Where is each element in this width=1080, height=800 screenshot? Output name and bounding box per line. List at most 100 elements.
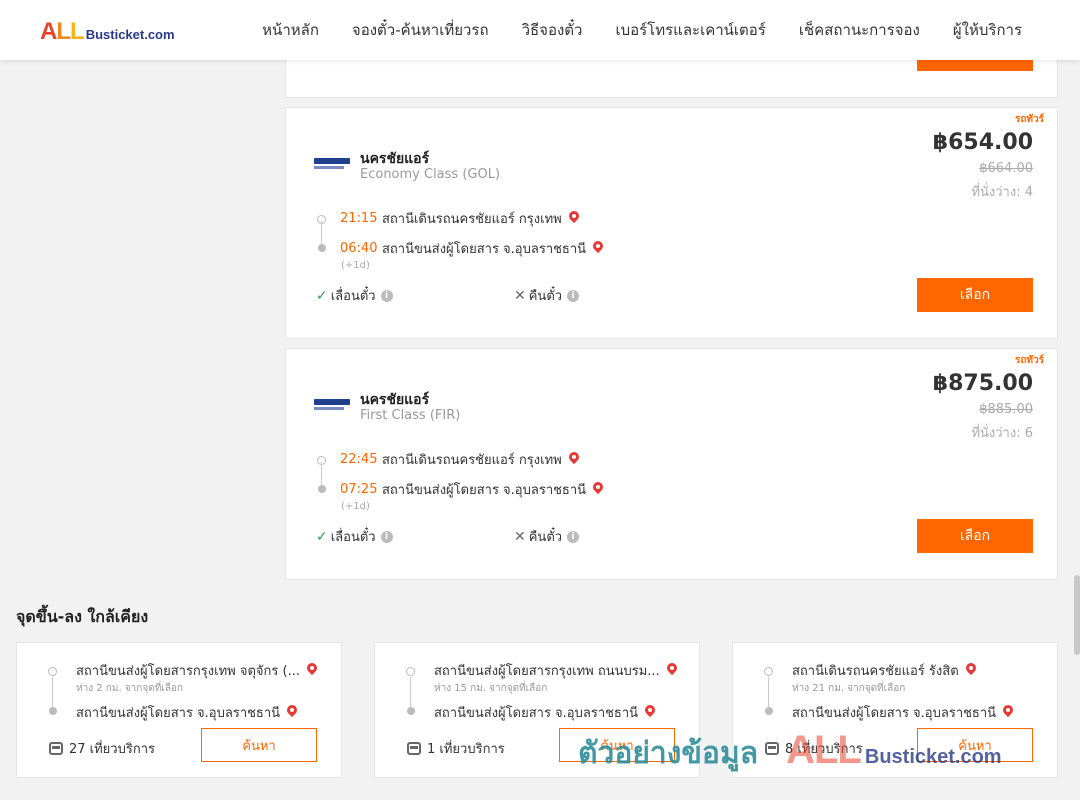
departure-station: สถานีเดินรถนครชัยแอร์ กรุงเทพ xyxy=(382,212,562,227)
nearby-distance: ห่าง 2 กม. จากจุดที่เลือก xyxy=(76,683,183,694)
nearby-destination-name: สถานีขนส่งผู้โดยสาร จ.อุบลราชธานี xyxy=(792,706,997,721)
price: ฿654.00 xyxy=(932,130,1033,155)
seat-class: First Class (FIR) xyxy=(360,408,461,423)
map-pin-icon[interactable] xyxy=(568,211,580,226)
info-icon[interactable]: i xyxy=(380,530,393,543)
map-pin-icon[interactable] xyxy=(592,241,604,256)
logo-busticket: Busticket.com xyxy=(85,27,175,42)
destination-dot xyxy=(318,244,326,252)
scrollbar[interactable] xyxy=(1074,575,1080,655)
nearby-distance: ห่าง 21 กม. จากจุดที่เลือก xyxy=(792,683,906,694)
nearby-origin: สถานีเดินรถนครชัยแอร์ รังสิต xyxy=(792,660,977,681)
original-price: ฿664.00 xyxy=(979,161,1033,176)
refund-label: คืนตั๋ว xyxy=(528,289,563,304)
refund-label: คืนตั๋ว xyxy=(528,530,563,545)
origin-dot xyxy=(764,667,773,676)
nearby-card: สถานีขนส่งผู้โดยสารกรุงเทพ ถนนบรม... ห่า… xyxy=(374,642,700,778)
previous-select-button[interactable] xyxy=(917,60,1033,71)
arrival-station: สถานีขนส่งผู้โดยสาร จ.อุบลราชธานี xyxy=(382,242,587,257)
nav-operators[interactable]: ผู้ให้บริการ xyxy=(953,18,1022,42)
cross-icon: ✕ xyxy=(514,528,526,545)
trip-card: รถทัวร์ นครชัยแอร์ Economy Class (GOL) ฿… xyxy=(285,107,1058,339)
destination-dot xyxy=(765,707,773,715)
arrival-station: สถานีขนส่งผู้โดยสาร จ.อุบลราชธานี xyxy=(382,483,587,498)
route-line xyxy=(410,677,411,707)
nav-phone-counters[interactable]: เบอร์โทรและเคาน์เตอร์ xyxy=(615,18,765,42)
nearby-origin: สถานีขนส่งผู้โดยสารกรุงเทพ ถนนบรม... xyxy=(434,660,678,681)
trip-count-label: 8 เที่ยวบริการ xyxy=(785,742,863,757)
select-button[interactable]: เลือก xyxy=(917,278,1033,312)
check-icon: ✓ xyxy=(316,287,328,304)
departure-station: สถานีเดินรถนครชัยแอร์ กรุงเทพ xyxy=(382,453,562,468)
nearby-section-title: จุดขึ้น-ลง ใกล้เคียง xyxy=(16,607,149,626)
trip-count: 27 เที่ยวบริการ xyxy=(49,738,155,759)
nearby-destination: สถานีขนส่งผู้โดยสาร จ.อุบลราชธานี xyxy=(76,702,298,723)
cross-icon: ✕ xyxy=(514,287,526,304)
select-button[interactable]: เลือก xyxy=(917,519,1033,553)
seats-available: ที่นั่งว่าง: 6 xyxy=(971,426,1033,441)
nearby-origin-name: สถานีขนส่งผู้โดยสารกรุงเทพ ถนนบรม... xyxy=(434,664,660,679)
origin-dot xyxy=(406,667,415,676)
site-logo[interactable]: ALL Busticket.com xyxy=(40,18,175,46)
arrival-row: 07:25 สถานีขนส่งผู้โดยสาร จ.อุบลราชธานี xyxy=(340,479,604,500)
reschedule-policy: ✓ เลื่อนตั๋ว i xyxy=(316,285,393,306)
original-price: ฿885.00 xyxy=(979,402,1033,417)
search-button[interactable]: ค้นหา xyxy=(201,728,317,762)
departure-time: 21:15 xyxy=(340,211,378,226)
check-icon: ✓ xyxy=(316,528,328,545)
arrival-row: 06:40 สถานีขนส่งผู้โดยสาร จ.อุบลราชธานี xyxy=(340,238,604,259)
departure-row: 22:45 สถานีเดินรถนครชัยแอร์ กรุงเทพ xyxy=(340,449,580,470)
nearby-destination-name: สถานีขนส่งผู้โดยสาร จ.อุบลราชธานี xyxy=(434,706,639,721)
search-button[interactable]: ค้นหา xyxy=(559,728,675,762)
map-pin-icon[interactable] xyxy=(666,663,678,678)
nav-home[interactable]: หน้าหลัก xyxy=(262,18,319,42)
nearby-origin-name: สถานีเดินรถนครชัยแอร์ รังสิต xyxy=(792,664,959,679)
nav-check-booking[interactable]: เช็คสถานะการจอง xyxy=(799,18,920,42)
route-line xyxy=(52,677,53,707)
info-icon[interactable]: i xyxy=(567,530,580,543)
seat-class: Economy Class (GOL) xyxy=(360,167,501,182)
nearby-destination: สถานีขนส่งผู้โดยสาร จ.อุบลราชธานี xyxy=(792,702,1014,723)
trip-count-label: 1 เที่ยวบริการ xyxy=(427,742,505,757)
origin-dot xyxy=(48,667,57,676)
info-icon[interactable]: i xyxy=(380,289,393,302)
operator-logo xyxy=(314,158,350,172)
map-pin-icon[interactable] xyxy=(1002,705,1014,720)
site-header: ALL Busticket.com หน้าหลัก จองตั๋ว-ค้นหา… xyxy=(0,0,1080,60)
map-pin-icon[interactable] xyxy=(306,663,318,678)
seats-available: ที่นั่งว่าง: 4 xyxy=(971,185,1033,200)
destination-dot xyxy=(49,707,57,715)
main-nav: หน้าหลัก จองตั๋ว-ค้นหาเที่ยวรถ วิธีจองตั… xyxy=(262,0,1022,60)
info-icon[interactable]: i xyxy=(567,289,580,302)
nav-book-search[interactable]: จองตั๋ว-ค้นหาเที่ยวรถ xyxy=(352,18,489,42)
bus-icon xyxy=(49,742,63,755)
refund-policy: ✕ คืนตั๋ว i xyxy=(514,285,580,306)
nearby-card: สถานีเดินรถนครชัยแอร์ รังสิต ห่าง 21 กม.… xyxy=(732,642,1058,778)
arrival-time: 07:25 xyxy=(340,482,378,497)
reschedule-label: เลื่อนตั๋ว xyxy=(330,289,376,304)
nearby-destination-name: สถานีขนส่งผู้โดยสาร จ.อุบลราชธานี xyxy=(76,706,281,721)
bus-type-tag: รถทัวร์ xyxy=(1014,114,1044,125)
map-pin-icon[interactable] xyxy=(592,482,604,497)
route-line xyxy=(768,677,769,707)
nearby-distance: ห่าง 15 กม. จากจุดที่เลือก xyxy=(434,683,548,694)
nearby-card: สถานีขนส่งผู้โดยสารกรุงเทพ จตุจักร (... … xyxy=(16,642,342,778)
trip-count-label: 27 เที่ยวบริการ xyxy=(69,742,155,757)
nav-how-to-book[interactable]: วิธีจองตั๋ว xyxy=(522,18,583,42)
map-pin-icon[interactable] xyxy=(568,452,580,467)
nearby-destination: สถานีขนส่งผู้โดยสาร จ.อุบลราชธานี xyxy=(434,702,656,723)
bus-type-tag: รถทัวร์ xyxy=(1014,355,1044,366)
map-pin-icon[interactable] xyxy=(644,705,656,720)
destination-dot xyxy=(407,707,415,715)
arrival-time: 06:40 xyxy=(340,241,378,256)
map-pin-icon[interactable] xyxy=(286,705,298,720)
bus-icon xyxy=(407,742,421,755)
trip-card: รถทัวร์ นครชัยแอร์ First Class (FIR) ฿87… xyxy=(285,348,1058,580)
search-button[interactable]: ค้นหา xyxy=(917,728,1033,762)
bus-icon xyxy=(765,742,779,755)
refund-policy: ✕ คืนตั๋ว i xyxy=(514,526,580,547)
map-pin-icon[interactable] xyxy=(965,663,977,678)
reschedule-policy: ✓ เลื่อนตั๋ว i xyxy=(316,526,393,547)
next-day-indicator: (+1d) xyxy=(341,260,370,271)
trip-count: 1 เที่ยวบริการ xyxy=(407,738,505,759)
